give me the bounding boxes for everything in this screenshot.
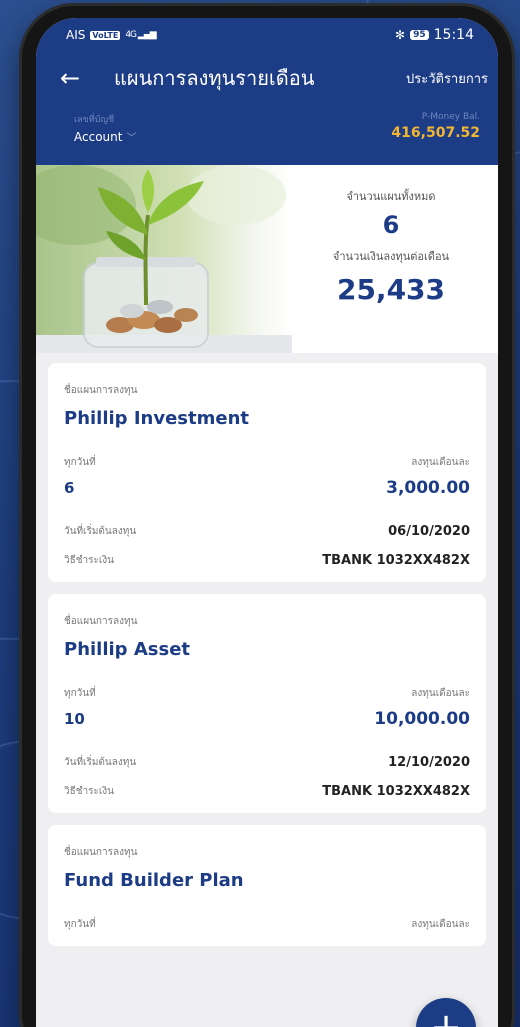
monthly-label: ลงทุนเดือนละ <box>411 919 470 930</box>
day-value: 10 <box>64 710 85 728</box>
day-label: ทุกวันที่ <box>64 919 96 930</box>
plan-name: Phillip Asset <box>64 639 191 660</box>
chevron-down-icon: ﹀ <box>126 133 137 144</box>
signal-icon: 4G ▂▄▆ <box>125 30 156 40</box>
plan-name-label: ชื่อแผนการลงทุน <box>64 616 138 627</box>
volte-badge: VoLTE <box>90 30 121 40</box>
phone-frame: AIS VoLTE 4G ▂▄▆ ✻ 95 15:14 ← แผนการลงทุ… <box>22 6 512 1027</box>
plant-coins-jar-image <box>36 165 292 353</box>
summary-banner: จำนวนแผนทั้งหมด 6 จำนวนเงินลงทุนต่อเดือน… <box>36 165 498 353</box>
account-row: เลขที่บัญชี Account ﹀ P-Money Bal. 416,5… <box>36 104 498 144</box>
app-screen: AIS VoLTE 4G ▂▄▆ ✻ 95 15:14 ← แผนการลงทุ… <box>36 18 498 1027</box>
plan-card[interactable]: ชื่อแผนการลงทุน Fund Builder Plan ทุกวัน… <box>48 825 486 946</box>
clock: 15:14 <box>433 27 474 43</box>
carrier-name: AIS <box>66 28 86 42</box>
pmoney-label: P-Money Bal. <box>421 112 480 122</box>
account-label: เลขที่บัญชี <box>74 115 115 125</box>
plan-name: Fund Builder Plan <box>64 870 244 891</box>
day-value: 6 <box>64 479 75 497</box>
payment-value: TBANK 1032XX482X <box>322 553 470 568</box>
back-arrow-icon[interactable]: ← <box>60 64 90 92</box>
account-selector[interactable]: เลขที่บัญชี Account ﹀ <box>74 112 136 144</box>
summary-stats: จำนวนแผนทั้งหมด 6 จำนวนเงินลงทุนต่อเดือน… <box>292 165 498 353</box>
account-value: Account <box>74 129 123 144</box>
plan-list: ชื่อแผนการลงทุน Phillip Investment ทุกวั… <box>36 353 498 946</box>
monthly-label: ลงทุนเดือนละ <box>411 457 470 468</box>
amount-value: 3,000.00 <box>386 478 470 498</box>
start-date-value: 12/10/2020 <box>388 755 470 770</box>
start-date-label: วันที่เริ่มต้นลงทุน <box>64 526 137 537</box>
bluetooth-icon: ✻ <box>395 28 406 42</box>
plan-name-label: ชื่อแผนการลงทุน <box>64 385 138 396</box>
plan-name: Phillip Investment <box>64 408 249 429</box>
monthly-amount-label: จำนวนเงินลงทุนต่อเดือน <box>332 250 450 263</box>
top-bar: ← แผนการลงทุนรายเดือน ประวัติรายการ <box>36 52 498 104</box>
start-date-label: วันที่เริ่มต้นลงทุน <box>64 757 137 768</box>
monthly-amount: 25,433 <box>336 273 446 306</box>
pmoney-balance: P-Money Bal. 416,507.52 <box>391 112 480 144</box>
history-link[interactable]: ประวัติรายการ <box>406 68 488 89</box>
pmoney-value: 416,507.52 <box>391 125 480 141</box>
plan-card[interactable]: ชื่อแผนการลงทุน Phillip Asset ทุกวันที่ … <box>48 594 486 813</box>
plans-count-label: จำนวนแผนทั้งหมด <box>346 190 436 203</box>
amount-value: 10,000.00 <box>374 709 470 729</box>
monthly-label: ลงทุนเดือนละ <box>411 688 470 699</box>
app-header: AIS VoLTE 4G ▂▄▆ ✻ 95 15:14 ← แผนการลงทุ… <box>36 18 498 165</box>
day-label: ทุกวันที่ <box>64 457 96 468</box>
plans-count: 6 <box>382 211 400 239</box>
payment-label: วิธีชำระเงิน <box>64 555 114 566</box>
status-bar: AIS VoLTE 4G ▂▄▆ ✻ 95 15:14 <box>36 18 498 52</box>
add-plan-button[interactable]: + <box>416 998 476 1027</box>
day-label: ทุกวันที่ <box>64 688 96 699</box>
network-type: 4G <box>125 30 137 40</box>
battery-level: 95 <box>410 30 429 40</box>
page-title: แผนการลงทุนรายเดือน <box>114 66 315 90</box>
plan-name-label: ชื่อแผนการลงทุน <box>64 847 138 858</box>
payment-label: วิธีชำระเงิน <box>64 786 114 797</box>
payment-value: TBANK 1032XX482X <box>322 784 470 799</box>
start-date-value: 06/10/2020 <box>388 524 470 539</box>
plan-card[interactable]: ชื่อแผนการลงทุน Phillip Investment ทุกวั… <box>48 363 486 582</box>
